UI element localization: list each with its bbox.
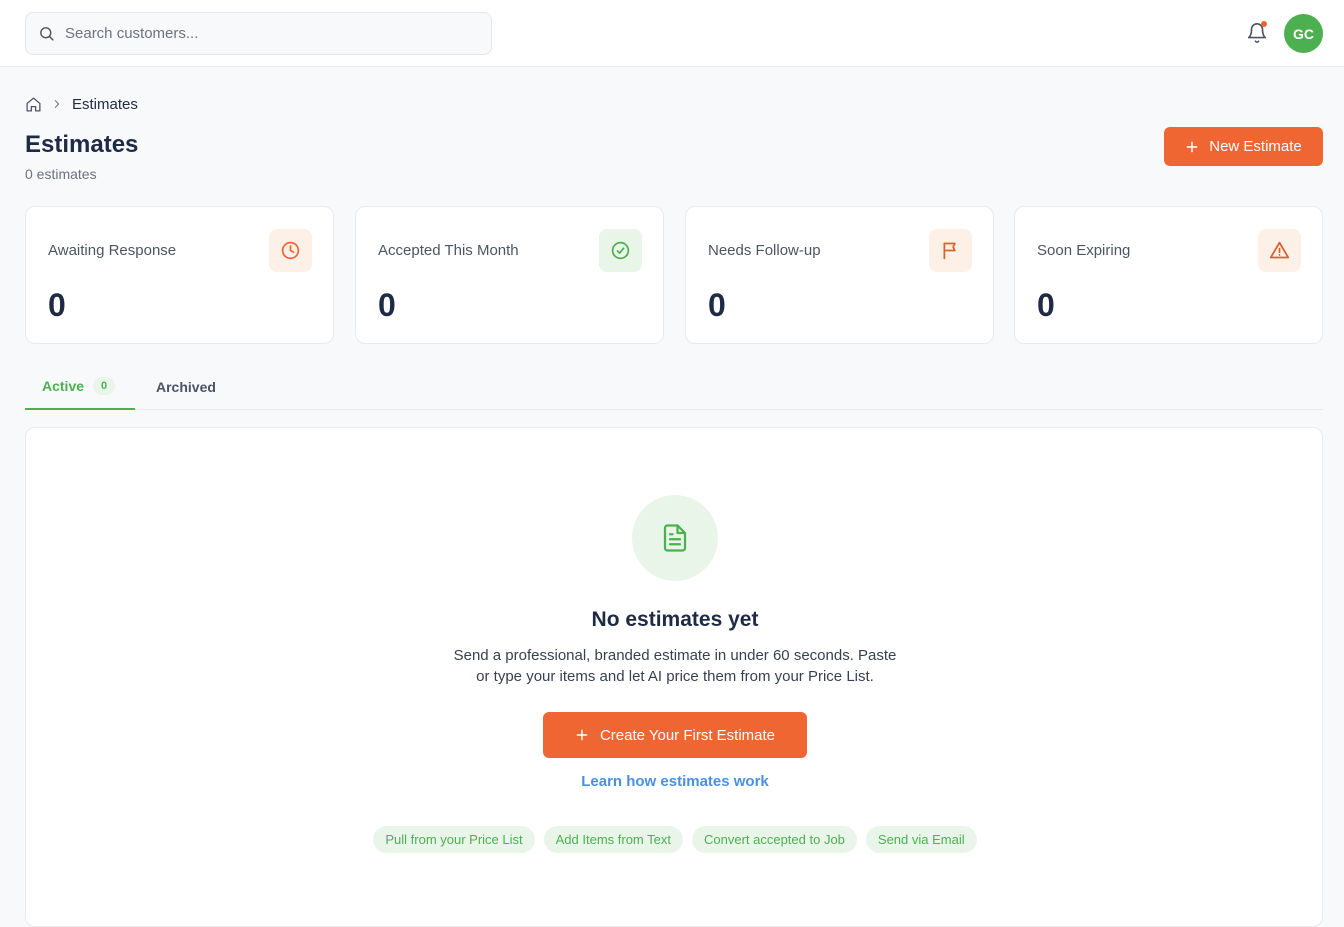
stat-card-awaiting-response[interactable]: Awaiting Response 0 [25, 206, 334, 344]
empty-state-icon [632, 495, 718, 581]
new-estimate-button[interactable]: New Estimate [1164, 127, 1323, 166]
stat-icon-box [929, 229, 972, 272]
new-estimate-label: New Estimate [1209, 138, 1302, 155]
breadcrumb: Estimates [25, 94, 138, 114]
top-bar: GC [0, 0, 1344, 67]
flag-icon [943, 242, 956, 260]
tab-archived[interactable]: Archived [156, 364, 216, 410]
stat-label: Accepted This Month [378, 242, 519, 259]
plus-icon [576, 729, 588, 741]
plus-icon [1186, 141, 1198, 152]
empty-state-desc-line-1: Send a professional, branded estimate in… [453, 647, 897, 664]
notification-button[interactable] [1244, 20, 1270, 46]
feature-chip: Pull from your Price List [373, 826, 535, 853]
stat-label: Soon Expiring [1037, 242, 1131, 259]
empty-state-desc-line-2: or type your items and let AI price them… [476, 668, 874, 685]
stat-card-needs-follow-up[interactable]: Needs Follow-up 0 [685, 206, 994, 344]
stat-value: 0 [48, 287, 66, 323]
search-icon [40, 27, 54, 41]
stat-label: Needs Follow-up [708, 242, 821, 259]
feature-chips: Pull from your Price List Add Items from… [26, 826, 1324, 853]
stat-card-soon-expiring[interactable]: Soon Expiring 0 [1014, 206, 1323, 344]
document-icon [663, 524, 687, 552]
clock-icon [281, 241, 300, 260]
empty-state-description: Send a professional, branded estimate in… [375, 645, 975, 687]
page-title: Estimates [25, 131, 139, 158]
feature-chip: Send via Email [865, 826, 977, 853]
tab-active[interactable]: Active 0 [25, 364, 135, 410]
empty-state-title: No estimates yet [591, 608, 759, 631]
avatar[interactable]: GC [1284, 14, 1323, 53]
chevron-right-icon [54, 100, 60, 108]
feature-chip: Add Items from Text [543, 826, 683, 853]
tabs: Active 0 Archived [25, 364, 1323, 410]
create-first-estimate-button[interactable]: Create Your First Estimate [543, 712, 807, 758]
notification-dot [1261, 21, 1267, 27]
feature-chip: Convert accepted to Job [691, 826, 857, 853]
stat-card-accepted-this-month[interactable]: Accepted This Month 0 [355, 206, 664, 344]
stat-icon-box [599, 229, 642, 272]
search-box[interactable] [25, 12, 492, 55]
stat-value: 0 [708, 287, 726, 323]
estimates-panel: No estimates yet Send a professional, br… [25, 427, 1323, 927]
warning-icon [1269, 241, 1290, 259]
search-input[interactable] [65, 25, 465, 42]
home-icon[interactable] [25, 96, 42, 113]
stat-icon-box [1258, 229, 1301, 272]
tab-active-count: 0 [93, 377, 116, 395]
tab-active-label: Active [42, 378, 85, 394]
tab-archived-label: Archived [156, 379, 216, 395]
check-circle-icon [611, 241, 630, 260]
learn-how-estimates-work-link[interactable]: Learn how estimates work [26, 773, 1324, 790]
stat-value: 0 [378, 287, 396, 323]
stat-icon-box [269, 229, 312, 272]
breadcrumb-current: Estimates [72, 95, 138, 113]
page-subtitle: 0 estimates [25, 166, 97, 182]
stat-value: 0 [1037, 287, 1055, 323]
create-first-estimate-label: Create Your First Estimate [599, 726, 776, 744]
stat-label: Awaiting Response [48, 242, 177, 259]
